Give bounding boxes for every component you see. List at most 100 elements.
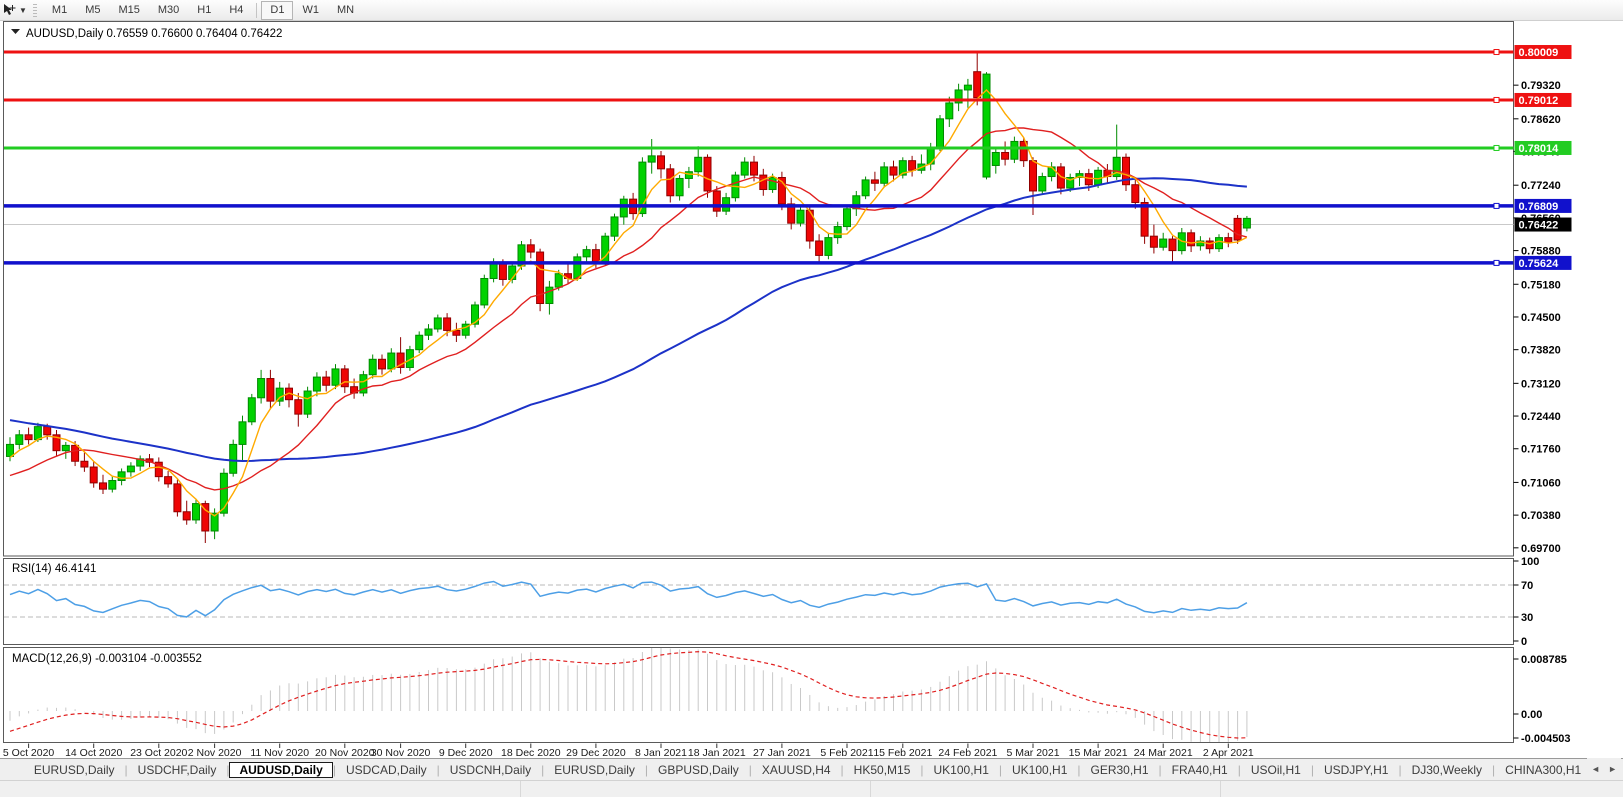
- candle: [443, 317, 452, 331]
- crosshair-cursor-icon[interactable]: [0, 2, 18, 18]
- candle: [33, 426, 42, 441]
- candle: [294, 399, 303, 415]
- candle: [229, 443, 238, 474]
- candle: [99, 482, 107, 490]
- candle: [861, 179, 870, 197]
- candle: [164, 476, 173, 485]
- timeframe-button-h1[interactable]: H1: [188, 1, 220, 20]
- chart-tab-usdcnh-daily[interactable]: USDCNH,Daily: [440, 762, 541, 778]
- candle: [1010, 140, 1019, 160]
- chart-tab-dj30-weekly[interactable]: DJ30,Weekly: [1402, 762, 1492, 778]
- timeframe-button-mn[interactable]: MN: [328, 1, 363, 20]
- candle: [266, 378, 275, 402]
- candle: [1187, 232, 1196, 247]
- rsi-label: RSI(14) 46.4141: [12, 563, 96, 575]
- price-tick-label: 0.73820: [1521, 345, 1561, 357]
- candle: [238, 421, 247, 445]
- chart-tab-gbpusd-daily[interactable]: GBPUSD,Daily: [648, 762, 749, 778]
- level-handle[interactable]: [1493, 202, 1500, 209]
- status-strip: [0, 780, 1623, 797]
- candle: [843, 208, 851, 228]
- chart-tab-usdjpy-h1[interactable]: USDJPY,H1: [1314, 762, 1398, 778]
- date-label: 2 Nov 2020: [188, 747, 242, 758]
- price-tick-label: 0.75880: [1521, 246, 1561, 258]
- toolbar-grip[interactable]: [32, 3, 37, 17]
- price-tick-label: 0.69700: [1521, 543, 1561, 555]
- chart-tab-uk100-h1[interactable]: UK100,H1: [1002, 762, 1077, 778]
- timeframe-button-m1[interactable]: M1: [43, 1, 76, 20]
- candle: [1029, 160, 1037, 192]
- candle: [1168, 238, 1177, 252]
- chart-tab-xauusd-h4[interactable]: XAUUSD,H4: [752, 762, 841, 778]
- candle: [591, 249, 600, 263]
- level-handle[interactable]: [1493, 144, 1500, 151]
- chart-title: AUDUSD,Daily 0.76559 0.76600 0.76404 0.7…: [26, 28, 282, 40]
- candle: [61, 444, 70, 452]
- tab-scroll-arrows: ◄ ►: [1587, 758, 1621, 779]
- level-handle[interactable]: [1493, 96, 1500, 103]
- price-tick-label: 0.72440: [1521, 411, 1561, 423]
- candle: [452, 329, 461, 336]
- level-handle[interactable]: [1493, 259, 1500, 266]
- candle: [945, 102, 954, 120]
- chart-tab-eurusd-daily[interactable]: EURUSD,Daily: [24, 762, 125, 778]
- cursor-dropdown-icon[interactable]: ▼: [19, 6, 27, 15]
- date-label: 24 Mar 2021: [1134, 747, 1193, 758]
- chart-window: 0.793200.786200.779400.772400.765600.758…: [3, 21, 1572, 758]
- price-level-badge-label: 0.80009: [1519, 47, 1559, 59]
- candle: [387, 352, 396, 370]
- top-toolbar: ▼ M1 M5 M15 M30 H1 H4 D1 W1 MN: [0, 0, 1623, 21]
- chart-tab-china300-h1[interactable]: CHINA300,H1: [1495, 762, 1591, 778]
- date-label: 18 Jan 2021: [688, 747, 746, 758]
- level-handle[interactable]: [1493, 49, 1500, 56]
- candle: [796, 209, 805, 224]
- main-chart-panel[interactable]: [3, 21, 1514, 557]
- candle: [833, 226, 842, 239]
- candle: [657, 155, 665, 170]
- chart-tab-usdcad-daily[interactable]: USDCAD,Daily: [336, 762, 437, 778]
- chart-tab-uk100-h1[interactable]: UK100,H1: [924, 762, 999, 778]
- candle: [43, 426, 52, 436]
- candle: [750, 161, 758, 176]
- chart-tab-audusd-daily[interactable]: AUDUSD,Daily: [229, 761, 333, 778]
- candle: [824, 237, 833, 256]
- timeframe-button-m5[interactable]: M5: [76, 1, 109, 20]
- date-label: 5 Mar 2021: [1006, 747, 1059, 758]
- date-label: 30 Nov 2020: [371, 747, 431, 758]
- candle: [71, 444, 80, 462]
- tab-scroll-left-icon[interactable]: ◄: [1587, 764, 1604, 774]
- rsi-panel[interactable]: [3, 558, 1514, 645]
- timeframe-button-h4[interactable]: H4: [220, 1, 252, 20]
- chart-tab-ger30-h1[interactable]: GER30,H1: [1081, 762, 1159, 778]
- candle: [759, 174, 768, 191]
- date-label: 27 Jan 2021: [753, 747, 811, 758]
- candle: [675, 177, 684, 197]
- chart-tab-fra40-h1[interactable]: FRA40,H1: [1162, 762, 1238, 778]
- rsi-tick-label: 0: [1521, 636, 1527, 648]
- chart-tab-usoil-h1[interactable]: USOil,H1: [1241, 762, 1311, 778]
- price-tick-label: 0.71060: [1521, 477, 1561, 489]
- date-label: 11 Nov 2020: [250, 747, 309, 758]
- timeframe-button-m15[interactable]: M15: [109, 1, 148, 20]
- candle: [433, 317, 442, 330]
- candle: [1215, 237, 1223, 250]
- date-label: 15 Mar 2021: [1069, 747, 1128, 758]
- candle: [378, 358, 386, 370]
- candle: [526, 244, 535, 253]
- price-level-badge-label: 0.75624: [1519, 258, 1560, 270]
- price-level-badge-label: 0.76809: [1519, 201, 1559, 213]
- timeframe-button-w1[interactable]: W1: [293, 1, 328, 20]
- candle: [1233, 217, 1242, 241]
- price-tick-label: 0.75180: [1521, 279, 1561, 291]
- candle: [684, 171, 693, 179]
- chart-tab-eurusd-daily[interactable]: EURUSD,Daily: [544, 762, 645, 778]
- timeframe-button-d1[interactable]: D1: [261, 0, 294, 20]
- candle: [582, 249, 591, 258]
- timeframe-button-m30[interactable]: M30: [149, 1, 188, 20]
- candle: [740, 161, 749, 176]
- candle: [1084, 173, 1093, 186]
- chart-tab-usdchf-daily[interactable]: USDCHF,Daily: [128, 762, 227, 778]
- price-tick-label: 0.79320: [1521, 80, 1561, 92]
- chart-tab-hk50-m15[interactable]: HK50,M15: [844, 762, 921, 778]
- tab-scroll-right-icon[interactable]: ►: [1604, 764, 1621, 774]
